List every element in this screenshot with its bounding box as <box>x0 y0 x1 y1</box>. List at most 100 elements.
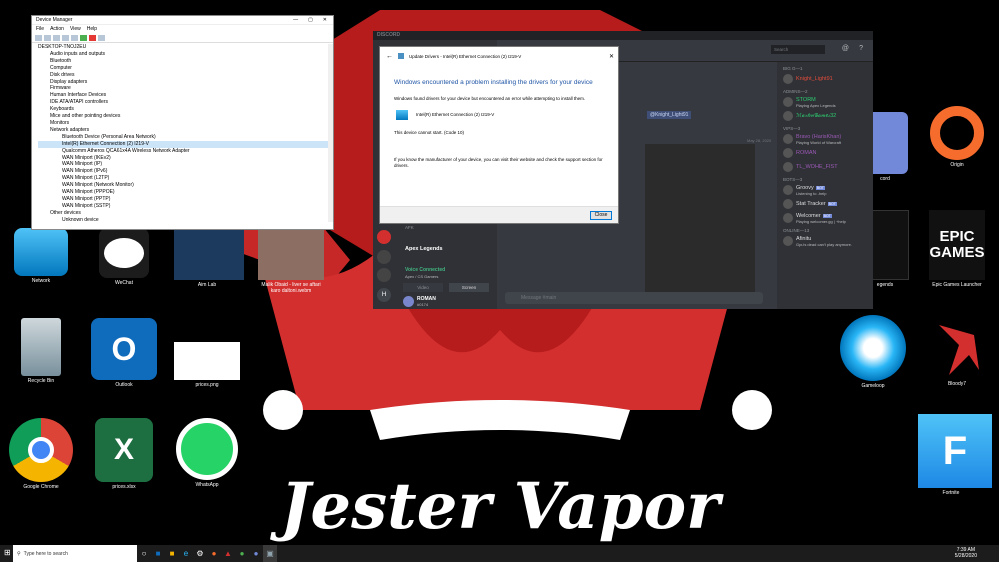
desktop-icon-outlook[interactable]: O Outlook <box>91 318 157 388</box>
tree-item[interactable]: Disk drives <box>38 72 333 79</box>
member-item[interactable]: TL_WOHE_FIST <box>783 161 873 173</box>
menu-help[interactable]: Help <box>87 26 97 32</box>
mention-icon[interactable]: @ <box>842 45 849 52</box>
menu-file[interactable]: File <box>36 26 44 32</box>
member-item[interactable]: Stat Tracker BOT <box>783 198 873 210</box>
member-item[interactable]: Bravo (HarisKhan) Playing World of Warcra… <box>783 133 873 145</box>
enable-icon[interactable] <box>98 34 105 41</box>
task-view-icon[interactable]: ○ <box>137 545 151 562</box>
server-icon[interactable] <box>377 250 391 264</box>
taskbar-settings-icon[interactable]: ⚙ <box>193 545 207 562</box>
discord-search-input[interactable]: Search <box>771 45 825 54</box>
tree-item[interactable]: WAN Miniport (PPTP) <box>38 196 333 203</box>
tree-item[interactable]: Other devices <box>38 210 333 217</box>
member-item[interactable]: Afinitu Gpu's dead can't play anymore. <box>783 235 873 247</box>
close-icon[interactable]: ✕ <box>609 53 618 60</box>
tree-item[interactable]: Computer <box>38 65 333 72</box>
screen-button[interactable]: Screen <box>449 283 489 292</box>
taskbar-origin-icon[interactable]: ● <box>207 545 221 562</box>
tree-item[interactable]: Firmware <box>38 85 333 92</box>
device-manager-window[interactable]: Device Manager — ▢ ✕ File Action View He… <box>31 15 334 230</box>
tree-item-selected[interactable]: Intel(R) Ethernet Connection (2) I219-V <box>38 140 333 148</box>
desktop-icon-origin[interactable]: Origin <box>924 106 990 168</box>
tree-item[interactable]: WAN Miniport (IP) <box>38 161 333 168</box>
tree-item[interactable]: Mice and other pointing devices <box>38 113 333 120</box>
device-manager-titlebar[interactable]: Device Manager — ▢ ✕ <box>32 16 333 25</box>
member-item[interactable]: Knight_Light91 <box>783 73 873 85</box>
tree-item[interactable]: WAN Miniport (IPv6) <box>38 168 333 175</box>
properties-icon[interactable] <box>53 34 60 41</box>
tree-item[interactable]: Display adapters <box>38 79 333 86</box>
tree-item[interactable]: Network adapters <box>38 127 333 134</box>
taskbar-edge-icon[interactable]: e <box>179 545 193 562</box>
message-input[interactable]: Message #main <box>505 292 763 304</box>
tree-item[interactable]: WAN Miniport (PPPOE) <box>38 189 333 196</box>
vertical-scrollbar[interactable] <box>328 44 333 222</box>
member-item[interactable]: ℳ𝒶𝓇𝓉𝒾𝓃𝒢𝒶𝓂𝑒𝓈32 <box>783 110 873 122</box>
desktop-icon-aimlab[interactable]: Aim Lab <box>174 228 244 288</box>
member-item[interactable]: Groovy BOT Listening to -help <box>783 184 873 196</box>
system-clock[interactable]: 7:39 AM 5/28/2020 <box>955 547 977 559</box>
desktop-icon-prices-xlsx[interactable]: X prices.xlsx <box>91 418 157 490</box>
taskbar-search[interactable]: ⚲ Type here to search <box>13 545 137 562</box>
desktop-icon-bloody[interactable]: Bloody7 <box>924 315 990 387</box>
update-drivers-dialog[interactable]: ← Update Drivers - Intel(R) Ethernet Con… <box>379 46 619 224</box>
back-icon[interactable] <box>35 34 42 41</box>
taskbar-explorer-icon[interactable]: ■ <box>165 545 179 562</box>
desktop-icon-video[interactable]: Malik Obaid - liver se aftari karo dalto… <box>256 228 326 294</box>
menu-view[interactable]: View <box>70 26 81 32</box>
tree-item[interactable]: WAN Miniport (IKEv2) <box>38 155 333 162</box>
taskbar-apex-icon[interactable]: ▲ <box>221 545 235 562</box>
video-button[interactable]: Video <box>403 283 443 292</box>
desktop-icon-fortnite[interactable]: F Fortnite <box>918 414 992 496</box>
minimize-icon[interactable]: — <box>293 17 298 23</box>
server-icon[interactable] <box>377 268 391 282</box>
back-arrow-icon[interactable]: ← <box>386 53 393 60</box>
desktop-icon-epic[interactable]: EPIC GAMES Epic Games Launcher <box>924 210 990 288</box>
desktop-icon-prices-png[interactable]: prices.png <box>174 342 240 388</box>
server-icon[interactable] <box>377 230 391 244</box>
desktop-icon-whatsapp[interactable]: WhatsApp <box>174 418 240 488</box>
desktop-icon-wechat[interactable]: WeChat <box>91 228 157 286</box>
tree-item[interactable]: Audio inputs and outputs <box>38 51 333 58</box>
tree-item[interactable]: Human Interface Devices <box>38 92 333 99</box>
close-button[interactable]: Close <box>590 211 612 220</box>
member-item[interactable]: Welcomer BOT Playing welcomer.gg | +help <box>783 212 873 224</box>
tree-item[interactable]: IDE ATA/ATAPI controllers <box>38 99 333 106</box>
voice-channel-name[interactable]: Apex Legends <box>405 246 443 252</box>
tree-item[interactable]: WAN Miniport (L2TP) <box>38 175 333 182</box>
scan-icon[interactable] <box>71 34 78 41</box>
windows-start-icon[interactable]: ⊞ <box>4 548 11 557</box>
tree-item[interactable]: Unknown device <box>38 217 333 224</box>
afk-channel[interactable]: AFK <box>405 225 414 230</box>
tree-item[interactable]: Keyboards <box>38 106 333 113</box>
help-icon[interactable] <box>62 34 69 41</box>
menu-action[interactable]: Action <box>50 26 64 32</box>
desktop-icon-gameloop[interactable]: Gameloop <box>840 315 906 389</box>
help-icon[interactable]: ? <box>859 45 863 52</box>
taskbar-discord-icon[interactable]: ● <box>249 545 263 562</box>
desktop-icon-recycle-bin[interactable]: Recycle Bin <box>8 318 74 384</box>
tree-item[interactable]: WAN Miniport (Network Monitor) <box>38 182 333 189</box>
close-icon[interactable]: ✕ <box>323 17 327 23</box>
taskbar-outlook-icon[interactable]: ■ <box>151 545 165 562</box>
home-icon[interactable]: H <box>377 288 391 302</box>
taskbar-devmgr-icon[interactable]: ▣ <box>263 545 277 562</box>
taskbar-chrome-icon[interactable]: ● <box>235 545 249 562</box>
maximize-icon[interactable]: ▢ <box>308 17 313 23</box>
user-avatar[interactable] <box>403 296 414 307</box>
tree-item[interactable]: Qualcomm Atheros QCA61x4A Wireless Netwo… <box>38 148 333 155</box>
tree-item[interactable]: Bluetooth <box>38 58 333 65</box>
member-item[interactable]: STORM Playing Apex Legends <box>783 96 873 108</box>
video-preview[interactable] <box>645 144 755 304</box>
tree-root[interactable]: DESKTOP-TNOJ2EU <box>38 44 333 51</box>
tree-item[interactable]: Bluetooth Device (Personal Area Network) <box>38 134 333 141</box>
update-driver-icon[interactable] <box>80 34 87 41</box>
desktop-icon-chrome[interactable]: Google Chrome <box>8 418 74 490</box>
member-item[interactable]: ROMAN <box>783 147 873 159</box>
tree-item[interactable]: WAN Miniport (SSTP) <box>38 203 333 210</box>
uninstall-icon[interactable] <box>89 34 96 41</box>
desktop-icon-network[interactable]: Network <box>8 228 74 284</box>
user-mention[interactable]: @Knight_Light91 <box>647 111 692 119</box>
forward-icon[interactable] <box>44 34 51 41</box>
